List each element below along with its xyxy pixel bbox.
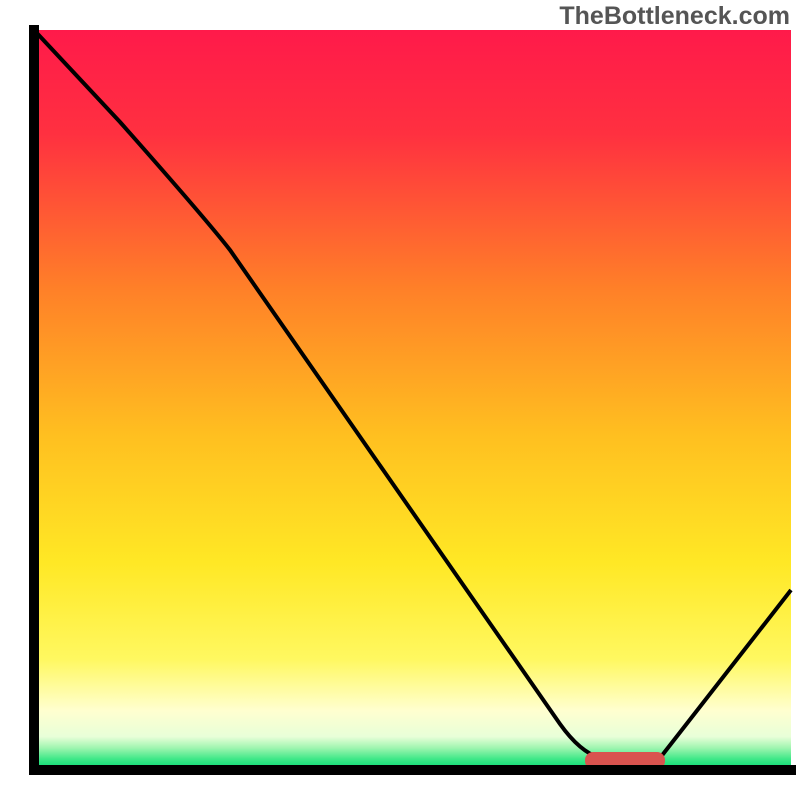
plot-background (34, 30, 791, 770)
bottleneck-chart (0, 0, 800, 800)
chart-container: TheBottleneck.com (0, 0, 800, 800)
watermark-text: TheBottleneck.com (559, 2, 790, 31)
